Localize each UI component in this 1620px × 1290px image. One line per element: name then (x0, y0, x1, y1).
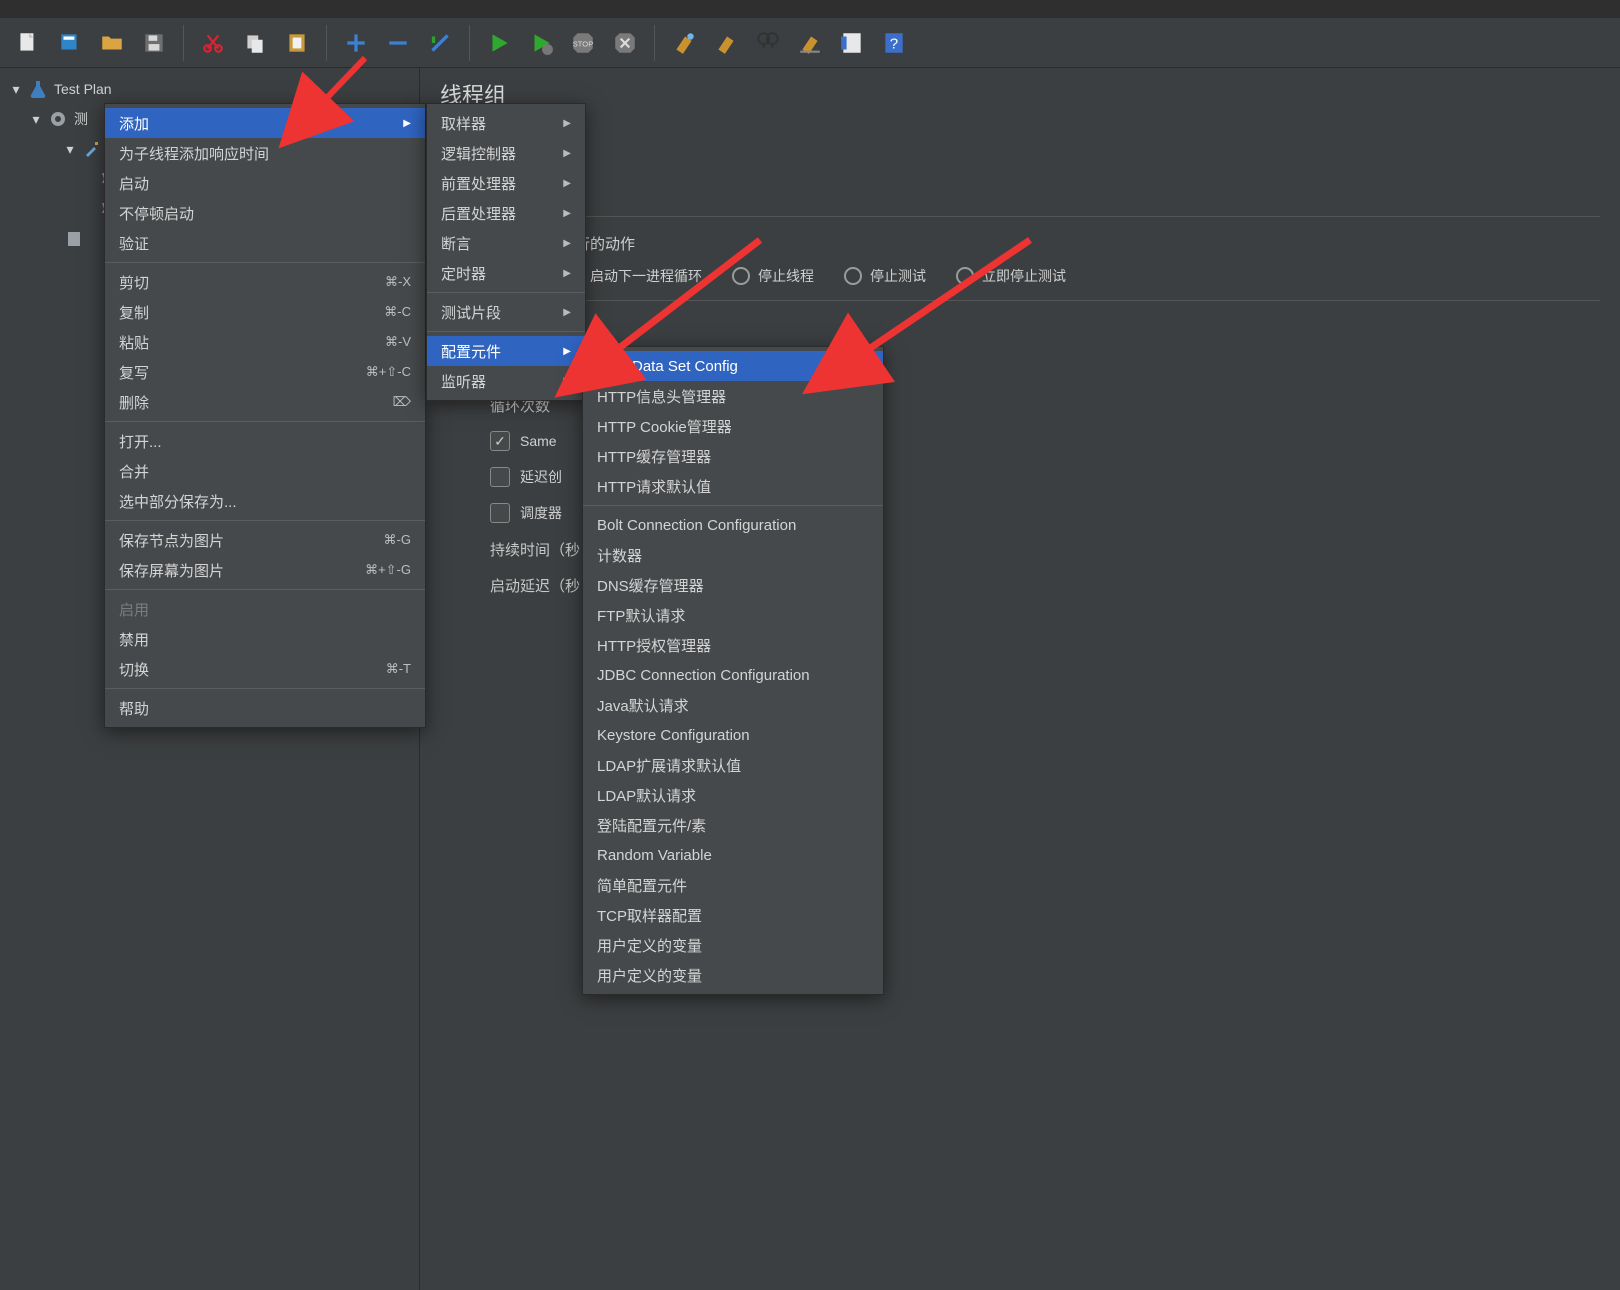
delay-checkbox[interactable] (490, 467, 510, 487)
menu-separator (105, 589, 425, 590)
config-login[interactable]: 登陆配置元件/素 (583, 810, 883, 840)
annotation-arrow (820, 230, 1050, 383)
shutdown-icon[interactable] (607, 25, 643, 61)
menu-separator (583, 505, 883, 506)
page-icon (64, 229, 84, 249)
menu-start[interactable]: 启动 (105, 168, 425, 198)
config-http-defaults[interactable]: HTTP请求默认值 (583, 471, 883, 501)
menu-duplicate[interactable]: 复写⌘+⇧-C (105, 357, 425, 387)
menu-merge[interactable]: 合并 (105, 456, 425, 486)
menu-add-response-time[interactable]: 为子线程添加响应时间 (105, 138, 425, 168)
config-bolt[interactable]: Bolt Connection Configuration (583, 510, 883, 540)
config-http-auth[interactable]: HTTP授权管理器 (583, 630, 883, 660)
menu-copy[interactable]: 复制⌘-C (105, 297, 425, 327)
run-icon[interactable] (481, 25, 517, 61)
scheduler-checkbox[interactable] (490, 503, 510, 523)
config-http-cache[interactable]: HTTP缓存管理器 (583, 441, 883, 471)
same-user-checkbox[interactable] (490, 431, 510, 451)
save-icon[interactable] (136, 25, 172, 61)
submenu-logic[interactable]: 逻辑控制器 (427, 138, 585, 168)
disclosure-triangle-icon[interactable]: ▾ (10, 83, 22, 95)
open-folder-icon[interactable] (94, 25, 130, 61)
config-java[interactable]: Java默认请求 (583, 690, 883, 720)
config-keystore[interactable]: Keystore Configuration (583, 720, 883, 750)
clear-icon[interactable] (666, 25, 702, 61)
menu-enable: 启用 (105, 594, 425, 624)
config-jdbc[interactable]: JDBC Connection Configuration (583, 660, 883, 690)
context-menu[interactable]: 添加 为子线程添加响应时间 启动 不停顿启动 验证 剪切⌘-X 复制⌘-C 粘贴… (104, 103, 426, 728)
divider (440, 216, 1600, 217)
annotation-arrow (560, 230, 780, 383)
toolbar: STOP ? (0, 18, 1620, 68)
panel-title: 线程组 (440, 78, 1600, 110)
window-titlebar (0, 0, 1620, 18)
menu-validate[interactable]: 验证 (105, 228, 425, 258)
submenu-config-elements[interactable]: CSV Data Set Config HTTP信息头管理器 HTTP Cook… (582, 346, 884, 995)
copy-icon[interactable] (237, 25, 273, 61)
config-tcp[interactable]: TCP取样器配置 (583, 900, 883, 930)
tree-label: 测 (74, 109, 88, 129)
delay-label: 延迟创 (520, 467, 562, 487)
tree-label: Test Plan (54, 81, 112, 97)
menu-paste[interactable]: 粘贴⌘-V (105, 327, 425, 357)
scheduler-label: 调度器 (520, 503, 562, 523)
menu-help[interactable]: 帮助 (105, 693, 425, 723)
dropper-icon (82, 139, 102, 159)
menu-delete[interactable]: 删除⌦ (105, 387, 425, 417)
config-ldap[interactable]: LDAP默认请求 (583, 780, 883, 810)
menu-save-selection[interactable]: 选中部分保存为... (105, 486, 425, 516)
submenu-post[interactable]: 后置处理器 (427, 198, 585, 228)
menu-separator (105, 520, 425, 521)
stop-icon[interactable]: STOP (565, 25, 601, 61)
menu-save-node-image[interactable]: 保存节点为图片⌘-G (105, 525, 425, 555)
config-random[interactable]: Random Variable (583, 840, 883, 870)
new-file-icon[interactable] (10, 25, 46, 61)
config-user-vars[interactable]: 用户定义的变量 (583, 930, 883, 960)
config-counter[interactable]: 计数器 (583, 540, 883, 570)
menu-disable[interactable]: 禁用 (105, 624, 425, 654)
toolbar-separator (469, 25, 470, 61)
help-icon[interactable]: ? (876, 25, 912, 61)
menu-separator (105, 688, 425, 689)
config-ldap-ext[interactable]: LDAP扩展请求默认值 (583, 750, 883, 780)
svg-text:?: ? (890, 35, 898, 52)
submenu-sampler[interactable]: 取样器 (427, 108, 585, 138)
config-http-cookie[interactable]: HTTP Cookie管理器 (583, 411, 883, 441)
template-icon[interactable] (52, 25, 88, 61)
cut-icon[interactable] (195, 25, 231, 61)
toolbar-separator (654, 25, 655, 61)
reset-search-icon[interactable] (792, 25, 828, 61)
annotation-arrow (280, 50, 380, 133)
run-nopause-icon[interactable] (523, 25, 559, 61)
search-icon[interactable] (750, 25, 786, 61)
config-simple[interactable]: 简单配置元件 (583, 870, 883, 900)
menu-toggle[interactable]: 切换⌘-T (105, 654, 425, 684)
menu-open[interactable]: 打开... (105, 426, 425, 456)
config-dns[interactable]: DNS缓存管理器 (583, 570, 883, 600)
menu-cut[interactable]: 剪切⌘-X (105, 267, 425, 297)
submenu-pre[interactable]: 前置处理器 (427, 168, 585, 198)
disclosure-triangle-icon[interactable]: ▾ (64, 143, 76, 155)
menu-separator (105, 262, 425, 263)
disclosure-triangle-icon[interactable]: ▾ (30, 113, 42, 125)
menu-start-no-pause[interactable]: 不停顿启动 (105, 198, 425, 228)
menu-separator (105, 421, 425, 422)
config-ftp[interactable]: FTP默认请求 (583, 600, 883, 630)
clear-all-icon[interactable] (708, 25, 744, 61)
menu-save-screen-image[interactable]: 保存屏幕为图片⌘+⇧-G (105, 555, 425, 585)
flask-icon (28, 79, 48, 99)
config-http-header[interactable]: HTTP信息头管理器 (583, 381, 883, 411)
collapse-icon[interactable] (380, 25, 416, 61)
svg-text:STOP: STOP (573, 39, 594, 48)
config-user-vars-2[interactable]: 用户定义的变量 (583, 960, 883, 990)
gear-icon (48, 109, 68, 129)
name-value[interactable]: 券collect (490, 132, 1600, 152)
function-helper-icon[interactable] (834, 25, 870, 61)
toggle-icon[interactable] (422, 25, 458, 61)
same-user-label: Same (520, 433, 557, 449)
toolbar-separator (183, 25, 184, 61)
